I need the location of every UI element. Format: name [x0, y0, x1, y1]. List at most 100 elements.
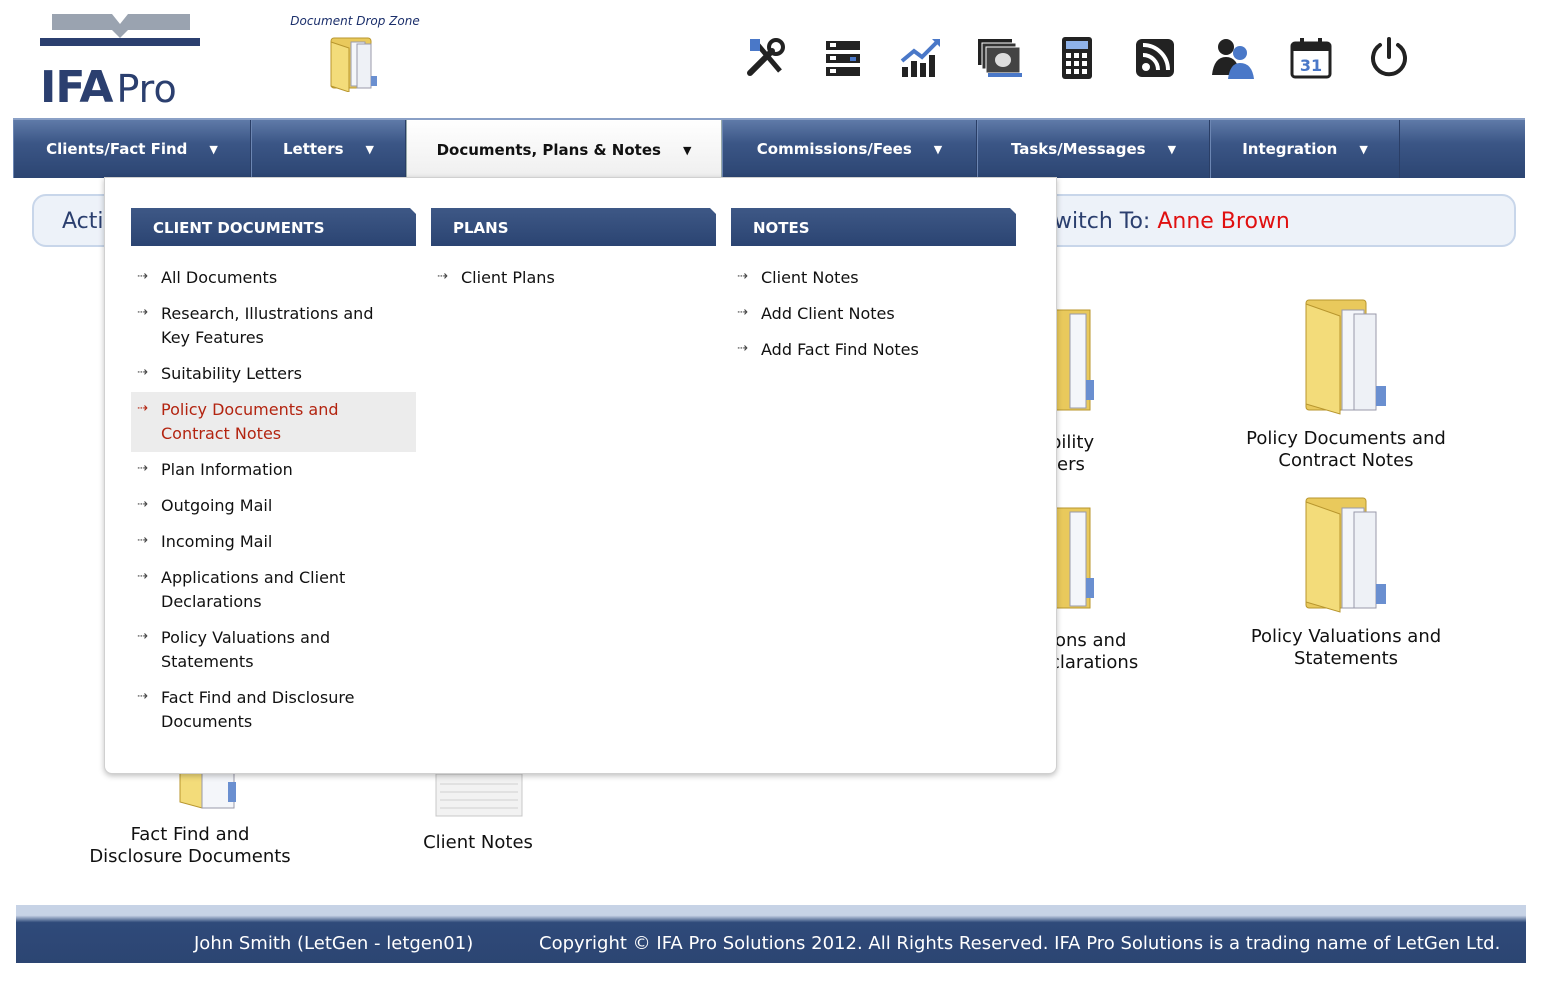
menu-item-label: Add Fact Find Notes: [761, 340, 919, 359]
ifa-pro-logo[interactable]: IFA Pro: [40, 12, 210, 113]
tile-suitability-letters[interactable]: bility ters: [1049, 300, 1150, 476]
nav-label: Tasks/Messages: [1010, 140, 1146, 158]
tile-label-line1: Policy Documents and: [1246, 428, 1446, 449]
menu-item-label: Incoming Mail: [161, 532, 273, 551]
folder-icon: [330, 37, 377, 93]
menu-item-label: Plan Information: [161, 460, 293, 479]
server-icon[interactable]: [804, 30, 882, 86]
menu-item-outgoing-mail[interactable]: ⇢ Outgoing Mail: [131, 488, 416, 524]
caret-down-icon: ▼: [365, 142, 375, 156]
menu-item-fact-find-disclosure[interactable]: ⇢ Fact Find and Disclosure Documents: [131, 680, 416, 740]
arrow-right-icon: ⇢: [137, 461, 148, 476]
menu-item-plan-information[interactable]: ⇢ Plan Information: [131, 452, 416, 488]
menu-item-label: Applications and Client: [161, 568, 346, 587]
menu-item-add-client-notes[interactable]: ⇢ Add Client Notes: [731, 296, 1016, 332]
calendar-icon[interactable]: 31: [1272, 30, 1350, 86]
logo-ifa: IFA: [40, 62, 113, 113]
menu-item-applications-declarations[interactable]: ⇢ Applications and Client Declarations: [131, 560, 416, 620]
tile-label-line1: Fact Find and: [130, 824, 250, 845]
switch-client-name[interactable]: Anne Brown: [1157, 209, 1290, 234]
arrow-right-icon: ⇢: [737, 269, 748, 284]
arrow-right-icon: ⇢: [137, 689, 148, 704]
tile-fact-find-disclosure[interactable]: Fact Find and Disclosure Documents: [80, 761, 300, 868]
menu-item-suitability-letters[interactable]: ⇢ Suitability Letters: [131, 356, 416, 392]
plans-column: PLANS ⇢ Client Plans: [431, 208, 716, 296]
tile-label-line2: Statements: [1293, 648, 1399, 669]
menu-item-client-plans[interactable]: ⇢ Client Plans: [431, 260, 716, 296]
menu-item-label: Fact Find and Disclosure: [161, 688, 355, 707]
arrow-right-icon: ⇢: [137, 497, 148, 512]
notepad-icon: [435, 773, 523, 817]
arrow-right-icon: ⇢: [137, 365, 148, 380]
menu-item-label: Outgoing Mail: [161, 496, 273, 515]
nav-tasks-messages[interactable]: Tasks/Messages ▼: [977, 120, 1210, 178]
logo-pro: Pro: [116, 67, 177, 111]
nav-label: Clients/Fact Find: [46, 140, 188, 158]
arrow-right-icon: ⇢: [137, 629, 148, 644]
client-documents-list: ⇢ All Documents ⇢ Research, Illustrations …: [131, 260, 416, 740]
main-nav: Clients/Fact Find ▼ Letters ▼ Documents, P…: [13, 118, 1525, 180]
menu-item-client-notes[interactable]: ⇢ Client Notes: [731, 260, 1016, 296]
footer-copyright: Copyright © IFA Pro Solutions 2012. All …: [539, 933, 1501, 954]
plans-list: ⇢ Client Plans: [431, 260, 716, 296]
menu-item-add-fact-find-notes[interactable]: ⇢ Add Fact Find Notes: [731, 332, 1016, 368]
page-footer: John Smith (LetGen - letgen01) Copyright…: [16, 905, 1526, 963]
nav-label: Integration: [1242, 140, 1338, 158]
caret-down-icon: ▼: [1167, 142, 1177, 156]
money-icon[interactable]: [960, 30, 1038, 86]
menu-item-label: Client Notes: [761, 268, 859, 287]
drop-zone-label: Document Drop Zone: [290, 14, 420, 28]
nav-label: Letters: [282, 140, 344, 158]
tile-label-line2: ters: [1050, 454, 1085, 475]
menu-item-research-illustrations[interactable]: ⇢ Research, Illustrations and Key Features: [131, 296, 416, 356]
tile-applications[interactable]: ions and clarations: [1049, 498, 1170, 674]
nav-commissions-fees[interactable]: Commissions/Fees ▼: [722, 120, 977, 178]
tile-label-line1: bility: [1050, 432, 1095, 453]
nav-documents-plans-notes[interactable]: Documents, Plans & Notes ▼: [406, 120, 722, 180]
menu-item-label: Declarations: [161, 592, 262, 611]
nav-letters[interactable]: Letters ▼: [251, 120, 406, 178]
menu-item-label: Policy Documents and: [161, 400, 339, 419]
folder-icon: [1305, 299, 1386, 415]
switch-to-label: witch To:: [1054, 209, 1158, 234]
menu-item-all-documents[interactable]: ⇢ All Documents: [131, 260, 416, 296]
menu-item-label: Research, Illustrations and: [161, 304, 374, 323]
users-icon[interactable]: [1194, 30, 1272, 86]
tile-label: Client Notes: [423, 832, 533, 853]
tile-policy-valuations[interactable]: Policy Valuations and Statements: [1236, 494, 1456, 670]
nav-label: Commissions/Fees: [756, 140, 912, 158]
tile-label-line2: Disclosure Documents: [89, 846, 291, 867]
notes-column: NOTES ⇢ Client Notes ⇢ Add Client Notes ⇢ A…: [731, 208, 1016, 368]
document-drop-zone[interactable]: Document Drop Zone: [280, 14, 430, 96]
caret-down-icon: ▼: [1359, 142, 1368, 156]
rss-icon[interactable]: [1116, 30, 1194, 86]
chart-icon[interactable]: [882, 30, 960, 86]
menu-item-label: Add Client Notes: [761, 304, 895, 323]
tile-policy-documents[interactable]: Policy Documents and Contract Notes: [1236, 296, 1456, 472]
menu-item-policy-valuations[interactable]: ⇢ Policy Valuations and Statements: [131, 620, 416, 680]
caret-down-icon: ▼: [209, 142, 218, 156]
switch-client[interactable]: witch To: Anne Brown: [1054, 209, 1290, 234]
caret-down-icon: ▼: [933, 142, 943, 156]
calculator-icon[interactable]: [1038, 30, 1116, 86]
svg-text:31: 31: [1300, 56, 1322, 75]
menu-item-incoming-mail[interactable]: ⇢ Incoming Mail: [131, 524, 416, 560]
nav-integration[interactable]: Integration ▼: [1210, 120, 1400, 178]
menu-item-label: Key Features: [161, 328, 264, 347]
power-icon[interactable]: [1350, 30, 1428, 86]
arrow-right-icon: ⇢: [137, 269, 148, 284]
folder-icon: [1305, 497, 1386, 613]
arrow-right-icon: ⇢: [737, 305, 748, 320]
nav-clients-fact-find[interactable]: Clients/Fact Find ▼: [13, 120, 251, 178]
tile-client-notes[interactable]: Client Notes: [368, 773, 588, 854]
caret-down-icon: ▼: [682, 143, 692, 157]
menu-item-label: Statements: [161, 652, 254, 671]
arrow-right-icon: ⇢: [137, 305, 148, 320]
menu-item-policy-documents[interactable]: ⇢ Policy Documents and Contract Notes: [131, 392, 416, 452]
notes-list: ⇢ Client Notes ⇢ Add Client Notes ⇢ Add Fac…: [731, 260, 1016, 368]
arrow-right-icon: ⇢: [137, 533, 148, 548]
tools-icon[interactable]: [726, 30, 804, 86]
book-logo-icon: [40, 14, 200, 46]
main-toolbar: 31: [726, 30, 1428, 86]
menu-item-label: Client Plans: [461, 268, 555, 287]
